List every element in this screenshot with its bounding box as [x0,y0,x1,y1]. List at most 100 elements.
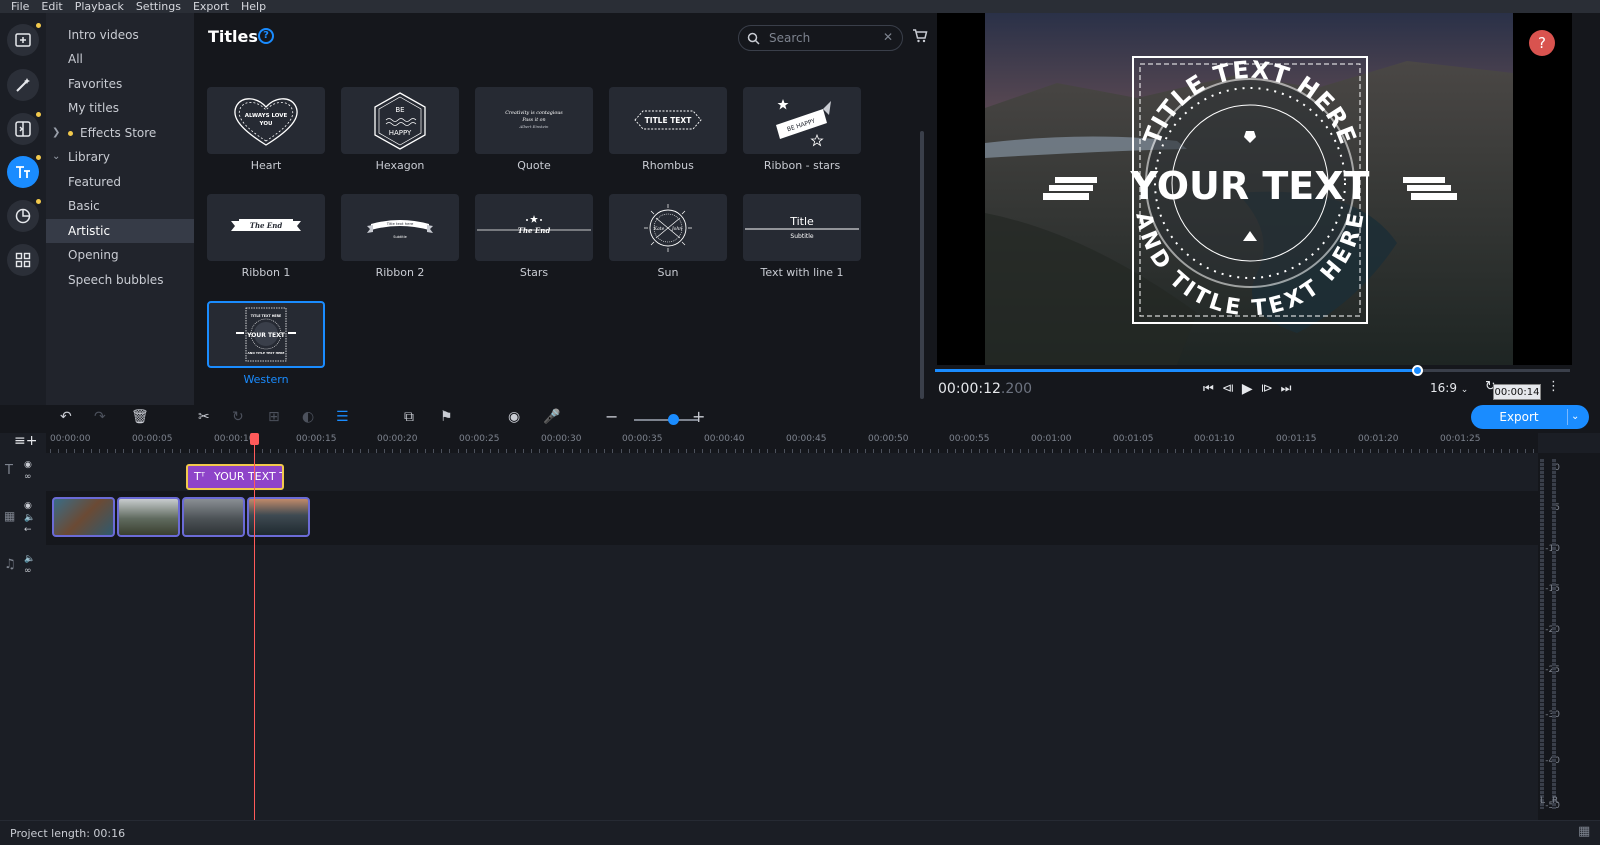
zoom-slider[interactable] [634,419,698,421]
menu-help[interactable]: Help [241,0,266,13]
crop-icon[interactable]: ⊞ [268,409,280,425]
stickers-button[interactable] [7,200,39,232]
import-button[interactable] [7,24,39,56]
volume-icon[interactable]: 🔈 [24,554,35,564]
undo-icon[interactable]: ↶ [60,409,72,425]
search-icon [747,32,760,45]
title-tile-heart[interactable]: ALWAYS LOVE YOU [207,87,325,154]
help-icon[interactable]: ? [258,28,274,44]
more-tools-button[interactable] [7,244,39,276]
category-artistic[interactable]: Artistic [46,219,194,243]
skip-to-start-icon[interactable]: ⏮ [1203,381,1214,397]
ribbon-stars-preview-icon: BE HAPPY [776,99,831,147]
category-all[interactable]: All [46,47,194,71]
title-tile-quote[interactable]: Creativity is contagious Pass it on Albe… [475,87,593,154]
title-tile-ribbon-1[interactable]: The End [207,194,325,261]
add-track-icon[interactable]: ≡+ [14,433,37,449]
play-icon[interactable]: ▶ [1242,381,1253,397]
title-clip[interactable]: Tᵀ YOUR TEXT T [186,464,284,490]
category-basic[interactable]: Basic [46,194,194,218]
delete-icon[interactable]: 🗑 [131,409,149,425]
playhead-handle[interactable] [250,433,259,445]
tile-label: Text with line 1 [760,266,844,279]
chevron-down-icon[interactable]: ⌄ [1571,405,1579,429]
title-tile-sun[interactable]: Kate John [609,194,727,261]
clear-search-icon[interactable]: ✕ [883,30,893,44]
color-adjust-icon[interactable]: ◐ [302,409,314,425]
progress-knob[interactable] [1411,365,1423,376]
export-button[interactable]: Export ⌄ [1471,405,1589,429]
playhead-line [254,440,255,820]
more-options-icon[interactable]: ⋮ [1547,379,1560,394]
svg-text:YOUR TEXT: YOUR TEXT [246,332,286,339]
category-my-titles[interactable]: My titles [46,96,194,120]
arrow-left-icon[interactable]: ← [24,525,32,535]
svg-text:YOUR TEXT: YOUR TEXT [1130,164,1370,208]
category-intro-videos[interactable]: Intro videos [46,23,194,47]
tool-rail [0,13,46,405]
visibility-eye-icon[interactable]: ◉ [24,460,32,470]
title-tile-hexagon[interactable]: BE HAPPY [341,87,459,154]
category-featured[interactable]: Featured [46,170,194,194]
title-tile-ribbon-2[interactable]: Title text here Subtitle [341,194,459,261]
category-favorites[interactable]: Favorites [46,72,194,96]
menu-settings[interactable]: Settings [136,0,181,13]
video-clip-3[interactable] [182,497,245,537]
playback-progress[interactable] [935,365,1570,376]
title-tile-rhombus[interactable]: TITLE TEXT [609,87,727,154]
transitions-button[interactable] [7,113,39,145]
svg-text:Subtitle: Subtitle [790,233,813,240]
rotate-clip-icon[interactable]: ↻ [232,409,244,425]
menu-file[interactable]: File [11,0,29,13]
timeline-ruler[interactable]: 00:00:00 00:00:05 00:00:10 00:00:15 00:0… [46,433,1538,453]
cut-icon[interactable]: ✂ [198,409,210,425]
category-opening[interactable]: Opening [46,243,194,267]
zoom-in-icon[interactable]: + [692,407,705,426]
category-effects-store[interactable]: ❯ Effects Store [46,121,194,145]
aspect-ratio-select[interactable]: 16:9 ⌄ [1430,381,1468,395]
marker-flag-icon[interactable]: ⚑ [440,409,453,425]
video-canvas[interactable]: TITLE TEXT HERE AND TITLE TEXT HERE YOUR… [937,13,1572,365]
overlay-icon[interactable]: ⧉ [404,409,414,425]
webcam-icon[interactable]: ◉ [508,409,520,425]
grid-view-icon[interactable]: ▦ [1578,824,1590,839]
microphone-icon[interactable]: 🎤 [543,409,560,425]
video-clip-4[interactable] [247,497,310,537]
menu-edit[interactable]: Edit [41,0,62,13]
previous-frame-icon[interactable]: ⧏ [1222,381,1234,397]
redo-icon[interactable]: ↷ [94,409,106,425]
svg-text:YOU: YOU [259,121,273,127]
search-input[interactable] [769,30,879,46]
clip-properties-icon[interactable]: ☰ [336,409,349,425]
music-track-icon: ♫ [4,557,16,572]
title-tile-text-with-line-1[interactable]: Title Subtitle [743,194,861,261]
category-speech-bubbles[interactable]: Speech bubbles [46,268,194,292]
video-track [46,491,1538,545]
menu-playback[interactable]: Playback [75,0,124,13]
link-icon[interactable]: ∞ [24,566,32,576]
visibility-eye-icon[interactable]: ◉ [24,501,32,511]
video-clip-2[interactable] [117,497,180,537]
titles-icon: Tᵀ [194,470,205,483]
title-categories: Intro videos All Favorites My titles ❯ Ef… [46,13,194,405]
cart-icon[interactable] [912,29,928,43]
video-clip-1[interactable] [52,497,115,537]
title-tile-stars[interactable]: The End [475,194,593,261]
menu-export[interactable]: Export [193,0,229,13]
title-tile-ribbon-stars[interactable]: BE HAPPY [743,87,861,154]
zoom-out-icon[interactable]: − [605,407,618,426]
next-frame-icon[interactable]: ⧐ [1261,381,1273,397]
meter-right-channel [1552,459,1556,809]
titles-button[interactable] [7,156,39,188]
titles-scrollbar[interactable] [920,131,924,399]
tile-label: Rhombus [642,159,694,172]
filters-button[interactable] [7,69,39,101]
volume-icon[interactable]: 🔈 [24,513,35,523]
zoom-knob[interactable] [668,414,679,425]
title-tile-western[interactable]: TITLE TEXT HERE YOUR TEXT AND TITLE TEXT… [207,301,325,368]
skip-to-end-icon[interactable]: ⏭ [1281,381,1292,397]
link-icon[interactable]: ∞ [24,472,32,482]
help-button[interactable]: ? [1529,30,1555,56]
tile-label: Stars [519,266,549,279]
category-library[interactable]: ⌄ Library [46,145,194,169]
